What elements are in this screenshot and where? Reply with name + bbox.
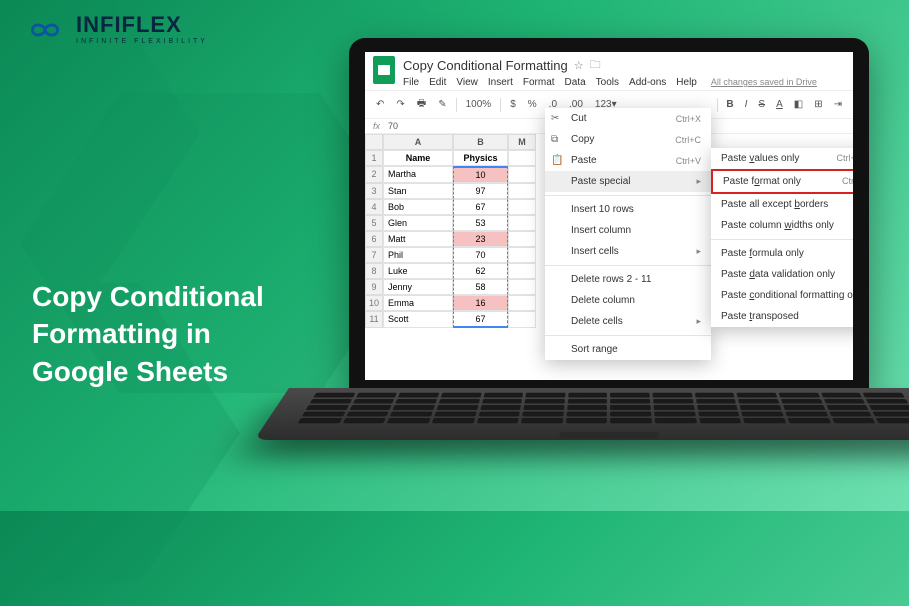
col-c[interactable]: M [508,134,536,150]
menu-paste[interactable]: 📋PasteCtrl+V [545,150,711,171]
currency-button[interactable]: $ [507,97,519,112]
menu-insert[interactable]: Insert [488,77,513,88]
strike-button[interactable]: S [755,97,768,112]
borders-icon[interactable]: ⊞ [811,97,825,112]
infinity-icon [20,17,70,43]
sheets-app: Copy Conditional Formatting ☆ 🗀 File Edi… [365,52,853,380]
paint-icon[interactable]: ✎ [435,97,449,112]
brand-logo: INFIFLEX INFINITE FLEXIBILITY [20,14,208,45]
chevron-right-icon: ▸ [696,176,701,187]
menu-bar: File Edit View Insert Format Data Tools … [403,77,845,88]
paste-transposed[interactable]: Paste transposed [711,306,853,327]
menu-copy[interactable]: ⧉CopyCtrl+C [545,129,711,150]
redo-icon[interactable]: ↷ [393,97,407,112]
folder-icon[interactable]: 🗀 [590,56,601,75]
italic-button[interactable]: I [742,97,751,112]
menu-file[interactable]: File [403,77,419,88]
paste-icon: 📋 [551,155,563,166]
paste-special-submenu: Paste values onlyCtrl+Shift+V Paste form… [711,148,853,327]
paste-formula[interactable]: Paste formula only [711,243,853,264]
undo-icon[interactable]: ↶ [373,97,387,112]
paste-conditional[interactable]: Paste conditional formatting only [711,285,853,306]
menu-addons[interactable]: Add-ons [629,77,666,88]
header-physics[interactable]: Physics [453,150,508,166]
menu-paste-special[interactable]: Paste special▸ [545,171,711,192]
keyboard [254,388,909,440]
zoom-select[interactable]: 100% [463,97,495,112]
paste-except-borders[interactable]: Paste all except borders [711,194,853,215]
menu-insert-cells[interactable]: Insert cells▸ [545,241,711,262]
sheets-icon [373,56,395,84]
header-name[interactable]: Name [383,150,453,166]
fx-value[interactable]: 70 [388,121,398,131]
menu-help[interactable]: Help [676,77,697,88]
menu-insert-column[interactable]: Insert column [545,220,711,241]
print-icon[interactable]: 🖶 [414,94,429,115]
context-menu: ✂CutCtrl+X ⧉CopyCtrl+C 📋PasteCtrl+V Past… [545,108,711,360]
bold-button[interactable]: B [723,97,736,112]
menu-format[interactable]: Format [523,77,555,88]
menu-edit[interactable]: Edit [429,77,446,88]
paste-widths[interactable]: Paste column widths only [711,215,853,236]
col-b[interactable]: B [453,134,508,150]
copy-icon: ⧉ [551,134,558,145]
cut-icon: ✂ [551,113,559,124]
doc-title[interactable]: Copy Conditional Formatting [403,58,568,73]
paste-validation[interactable]: Paste data validation only [711,264,853,285]
textcolor-button[interactable]: A [773,97,786,112]
paste-format[interactable]: Paste format onlyCtrl+Alt+V [711,169,853,194]
percent-button[interactable]: % [525,97,540,112]
page-title: Copy Conditional Formatting in Google Sh… [32,278,292,391]
menu-sort-range[interactable]: Sort range [545,339,711,360]
laptop-mockup: Copy Conditional Formatting ☆ 🗀 File Edi… [289,28,909,488]
menu-delete-cells[interactable]: Delete cells▸ [545,311,711,332]
menu-cut[interactable]: ✂CutCtrl+X [545,108,711,129]
brand-name: INFIFLEX [76,14,208,36]
menu-delete-rows[interactable]: Delete rows 2 - 11 [545,269,711,290]
menu-tools[interactable]: Tools [596,77,619,88]
brand-tagline: INFINITE FLEXIBILITY [76,38,208,45]
save-status[interactable]: All changes saved in Drive [711,77,817,87]
menu-delete-column[interactable]: Delete column [545,290,711,311]
fx-label: fx [373,121,380,131]
menu-insert-rows[interactable]: Insert 10 rows [545,199,711,220]
menu-data[interactable]: Data [565,77,586,88]
col-a[interactable]: A [383,134,453,150]
merge-icon[interactable]: ⇥ [831,97,845,112]
fill-color-icon[interactable]: ◧ [791,97,806,112]
star-icon[interactable]: ☆ [574,59,584,72]
paste-values[interactable]: Paste values onlyCtrl+Shift+V [711,148,853,169]
menu-view[interactable]: View [456,77,478,88]
